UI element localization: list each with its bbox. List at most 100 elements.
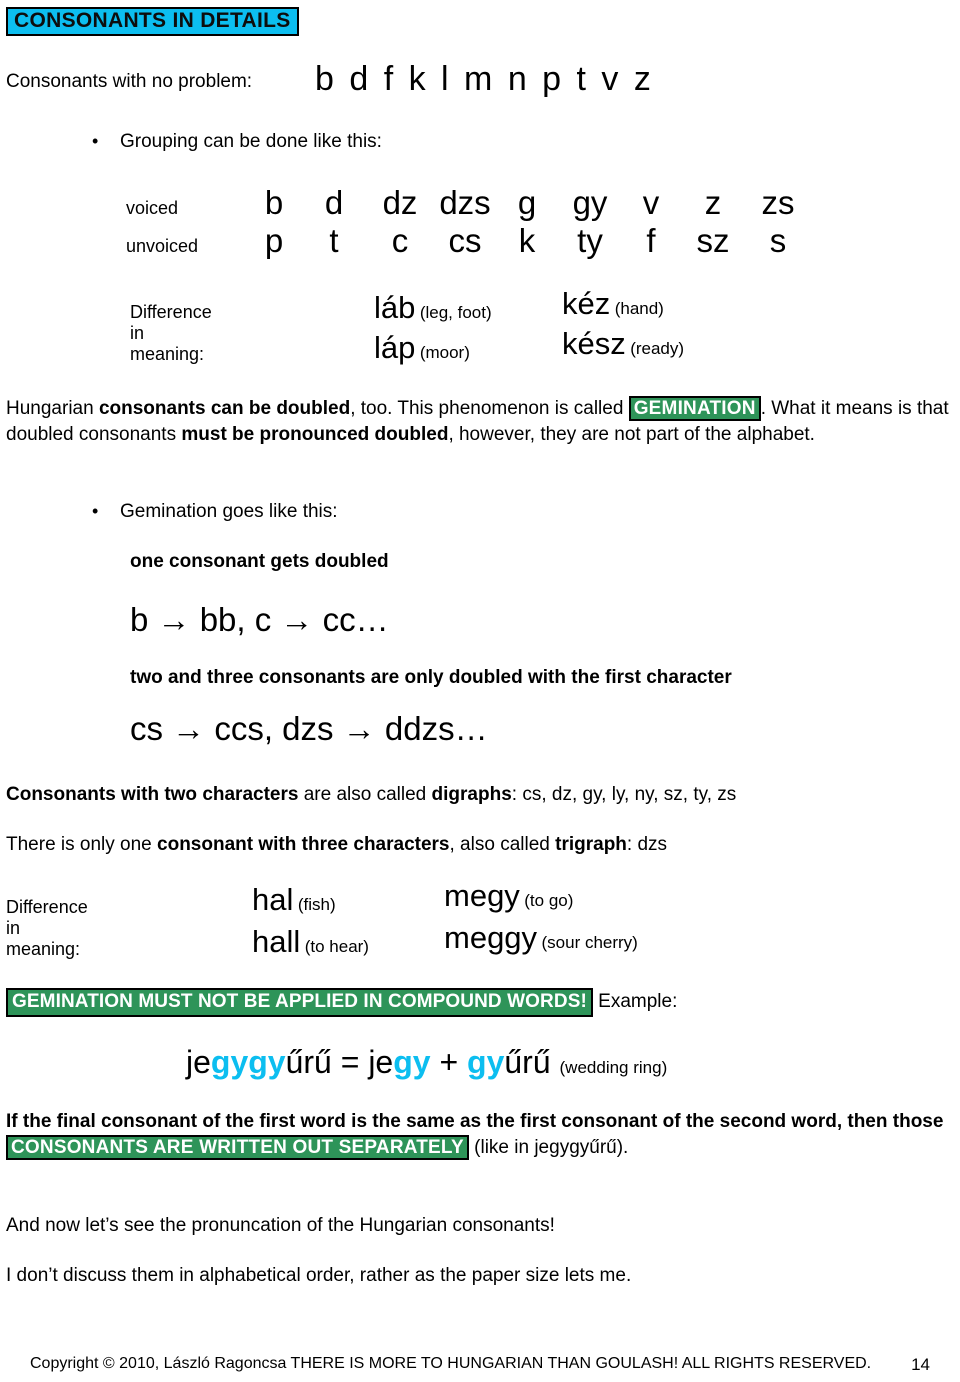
table-cell: ty bbox=[577, 222, 603, 259]
page-title: CONSONANTS IN DETAILS bbox=[6, 7, 299, 37]
trigraph-seg-1: There is only one bbox=[6, 834, 158, 855]
table-row: unvoiced p t c cs k ty f sz s bbox=[126, 224, 826, 262]
table-cell: c bbox=[391, 222, 409, 259]
gemination-bold-1: consonants can be doubled bbox=[98, 398, 351, 419]
meaning-two-label: Difference in meaning: bbox=[6, 897, 88, 959]
voicing-table: voiced b d dz dzs g gy v z zs unvoiced p… bbox=[126, 186, 826, 262]
digraph-bold-2: digraphs bbox=[431, 784, 512, 805]
compound-warning-after: Example: bbox=[592, 991, 678, 1012]
word-gloss: (to go) bbox=[524, 891, 574, 910]
word-gloss: (hand) bbox=[614, 299, 664, 318]
compound-part-1: je bbox=[186, 1044, 211, 1080]
word-text: hal bbox=[252, 882, 294, 917]
meaning-two-word-3: hall (to hear) bbox=[252, 926, 369, 957]
compound-part-2: űrű = je bbox=[285, 1044, 394, 1080]
table-cell: g bbox=[517, 184, 537, 221]
table-row: voiced b d dz dzs g gy v z zs bbox=[126, 186, 826, 224]
digraph-seg-2: : cs, dz, gy, ly, ny, sz, ty, zs bbox=[511, 784, 737, 805]
word-gloss: (ready) bbox=[630, 339, 685, 358]
word-text: hall bbox=[252, 924, 301, 959]
rule-one-example: b → bb, c → cc… bbox=[130, 601, 389, 638]
compound-part-4: űrű bbox=[504, 1044, 560, 1080]
gemination-highlight: GEMINATION bbox=[628, 396, 761, 421]
meaning-two-word-4: meggy (sour cherry) bbox=[444, 922, 638, 953]
word-gloss: (moor) bbox=[419, 343, 470, 362]
row-label-unvoiced: unvoiced bbox=[126, 236, 199, 256]
row-label-voiced: voiced bbox=[126, 198, 179, 218]
digraph-paragraph: Consonants with two characters are also … bbox=[6, 782, 950, 808]
word-text: kész bbox=[562, 326, 626, 361]
word-text: kéz bbox=[562, 286, 611, 321]
table-cell: v bbox=[642, 184, 660, 221]
digraph-seg-1: are also called bbox=[298, 784, 432, 805]
footer-copyright: Copyright © 2010, László Ragoncsa THERE … bbox=[30, 1355, 872, 1372]
gemination-bullet-text: Gemination goes like this: bbox=[120, 501, 338, 522]
compound-accent-3: gy bbox=[467, 1044, 505, 1080]
grouping-bullet: • Grouping can be done like this: bbox=[92, 131, 382, 153]
compound-example: jegygyűrű = jegy + gyűrű (wedding ring) bbox=[186, 1046, 667, 1078]
meaning-two-word-2: megy (to go) bbox=[444, 880, 573, 911]
footer-page-number: 14 bbox=[911, 1355, 930, 1374]
trigraph-seg-2: , also called bbox=[449, 834, 556, 855]
rule-two-heading: two and three consonants are only double… bbox=[130, 667, 732, 688]
table-cell: b bbox=[264, 184, 284, 221]
meaning-one-label: Difference in meaning: bbox=[130, 302, 212, 364]
gemination-seg-1: Hungarian bbox=[6, 398, 99, 419]
word-text: megy bbox=[444, 878, 520, 913]
trigraph-bold-2: trigraph bbox=[555, 834, 627, 855]
word-text: láb bbox=[374, 290, 416, 325]
gemination-seg-4: , however, they are not part of the alph… bbox=[448, 424, 815, 446]
closing-line-2: I don’t discuss them in alphabetical ord… bbox=[6, 1265, 632, 1286]
meaning-one-word-2: kéz (hand) bbox=[562, 288, 664, 319]
final-rule-after: (like in jegygyűrű). bbox=[468, 1137, 629, 1159]
compound-part-3: + bbox=[430, 1044, 468, 1080]
final-rule-highlight: CONSONANTS ARE WRITTEN OUT SEPARATELY bbox=[6, 1135, 469, 1161]
table-cell: dz bbox=[382, 184, 418, 221]
gemination-paragraph: Hungarian consonants can be doubled, too… bbox=[6, 396, 950, 448]
bullet-icon: • bbox=[92, 501, 99, 521]
intro-label-text: Consonants with no problem: bbox=[6, 71, 253, 92]
intro-label: Consonants with no problem: bbox=[6, 71, 253, 93]
compound-gloss: (wedding ring) bbox=[559, 1058, 668, 1077]
page-title-text: CONSONANTS IN DETAILS bbox=[6, 7, 299, 37]
trigraph-bold-1: consonant with three characters bbox=[157, 834, 450, 855]
table-cell: sz bbox=[696, 222, 730, 259]
document-page: CONSONANTS IN DETAILS Consonants with no… bbox=[0, 0, 960, 1382]
meaning-one-word-4: kész (ready) bbox=[562, 328, 684, 359]
meaning-two-word-1: hal (fish) bbox=[252, 884, 336, 915]
intro-letters: b d f k l m n p t v z bbox=[315, 62, 654, 96]
table-cell: z bbox=[704, 184, 722, 221]
compound-accent-1: gygy bbox=[210, 1044, 286, 1080]
word-gloss: (fish) bbox=[297, 895, 336, 914]
trigraph-seg-3: : dzs bbox=[626, 834, 668, 855]
final-rule-bold-1: If the final consonant of the first word… bbox=[6, 1111, 944, 1132]
table-cell: s bbox=[769, 222, 787, 259]
table-cell: d bbox=[324, 184, 344, 221]
rule-one-heading: one consonant gets doubled bbox=[130, 551, 389, 572]
table-cell: t bbox=[329, 222, 339, 259]
intro-letters-text: b d f k l m n p t v z bbox=[315, 60, 654, 98]
word-gloss: (leg, foot) bbox=[419, 303, 492, 322]
table-cell: f bbox=[646, 222, 656, 259]
bullet-icon: • bbox=[92, 131, 99, 151]
digraph-bold-1: Consonants with two characters bbox=[6, 784, 299, 805]
table-cell: zs bbox=[761, 184, 795, 221]
grouping-bullet-text: Grouping can be done like this: bbox=[120, 131, 382, 152]
compound-accent-2: gy bbox=[393, 1044, 431, 1080]
table-cell: gy bbox=[572, 184, 608, 221]
table-cell: dzs bbox=[439, 184, 491, 221]
word-text: láp bbox=[374, 330, 416, 365]
table-cell: k bbox=[518, 222, 536, 259]
gemination-bullet: • Gemination goes like this: bbox=[92, 501, 338, 523]
gemination-bold-2: must be pronounced doubled bbox=[181, 424, 449, 446]
word-text: meggy bbox=[444, 920, 538, 955]
word-gloss: (sour cherry) bbox=[541, 933, 638, 952]
compound-warning: GEMINATION MUST NOT BE APPLIED IN COMPOU… bbox=[6, 988, 950, 1017]
gemination-seg-2: , too. This phenomenon is called bbox=[350, 398, 629, 419]
table-cell: p bbox=[264, 222, 284, 259]
table-cell: cs bbox=[448, 222, 482, 259]
trigraph-paragraph: There is only one consonant with three c… bbox=[6, 832, 950, 858]
compound-warning-highlight: GEMINATION MUST NOT BE APPLIED IN COMPOU… bbox=[6, 988, 593, 1017]
word-gloss: (to hear) bbox=[304, 937, 369, 956]
rule-two-example: cs → ccs, dzs → ddzs… bbox=[130, 710, 488, 747]
